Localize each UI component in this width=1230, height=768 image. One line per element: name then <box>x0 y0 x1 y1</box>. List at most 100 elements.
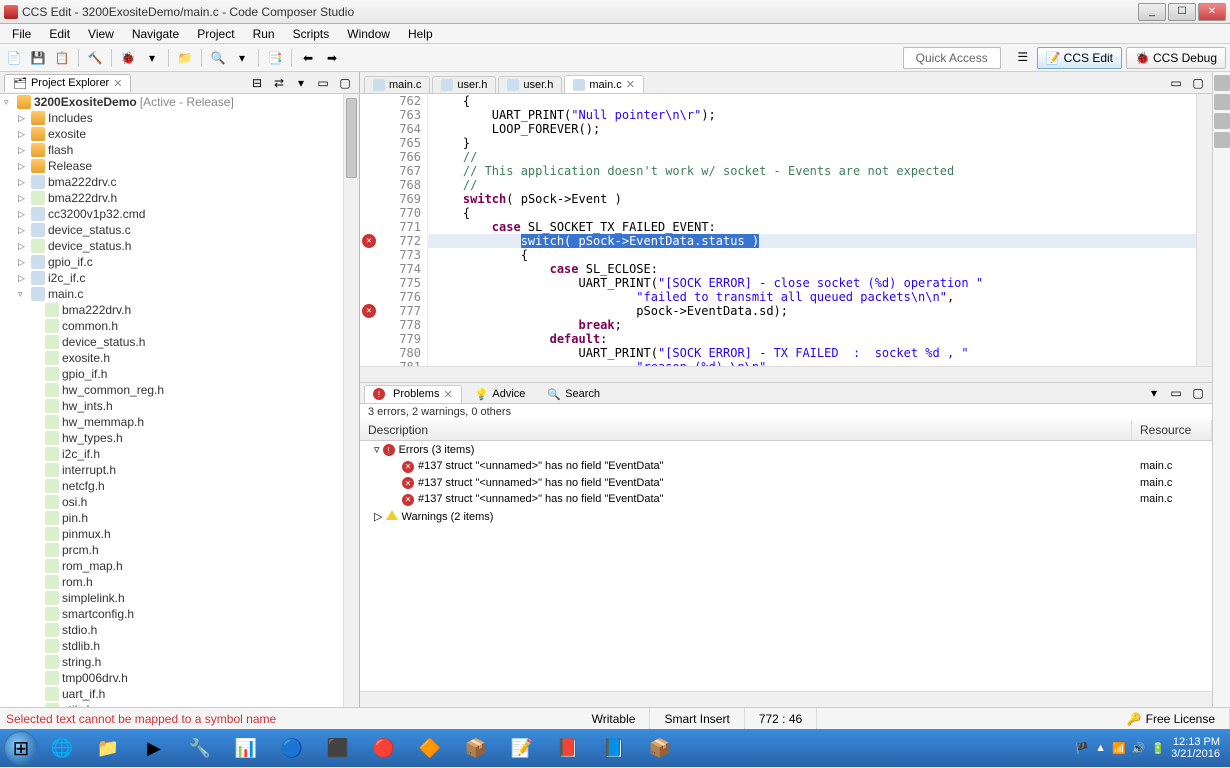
menu-navigate[interactable]: Navigate <box>124 25 187 43</box>
battery-icon[interactable]: 🔋 <box>1151 742 1165 755</box>
sidebar-icon[interactable] <box>1214 94 1230 110</box>
chrome-icon[interactable]: 🔵 <box>270 732 314 764</box>
tree-item[interactable]: i2c_if.h <box>0 446 359 462</box>
tree-item[interactable]: stdio.h <box>0 622 359 638</box>
view-menu-icon[interactable]: ▾ <box>291 73 311 93</box>
back-button[interactable]: ⬅ <box>298 48 318 68</box>
problems-h-scrollbar[interactable] <box>360 691 1212 707</box>
search-button[interactable]: 🔍 <box>208 48 228 68</box>
tree-item[interactable]: ▷exosite <box>0 126 359 142</box>
tree-item[interactable]: ▷cc3200v1p32.cmd <box>0 206 359 222</box>
minimize-editor-icon[interactable]: ▭ <box>1166 73 1186 93</box>
warnings-group[interactable]: ▷ Warnings (2 items) <box>360 508 1212 525</box>
dropdown-icon[interactable]: ▾ <box>142 48 162 68</box>
code-editor[interactable]: ✕✕✕ 762763764765766767768769770771772773… <box>360 94 1212 366</box>
maximize-view-icon[interactable]: ▢ <box>335 73 355 93</box>
problem-row[interactable]: ✕#137 struct "<unnamed>" has no field "E… <box>360 475 1212 492</box>
tree-item[interactable]: hw_memmap.h <box>0 414 359 430</box>
tree-item[interactable]: ▷bma222drv.h <box>0 190 359 206</box>
tree-item[interactable]: netcfg.h <box>0 478 359 494</box>
tree-item[interactable]: ▷Includes <box>0 110 359 126</box>
editor-scrollbar[interactable] <box>1196 94 1212 366</box>
tree-item[interactable]: ▷device_status.c <box>0 222 359 238</box>
tray-icon[interactable]: ▲ <box>1095 742 1106 754</box>
tree-item[interactable]: ▷Release <box>0 158 359 174</box>
perspective-switcher-icon[interactable]: ☰ <box>1013 47 1033 67</box>
sidebar-icon[interactable] <box>1214 113 1230 129</box>
save-all-button[interactable]: 📋 <box>52 48 72 68</box>
tree-item[interactable]: hw_common_reg.h <box>0 382 359 398</box>
pdf-icon[interactable]: 📕 <box>546 732 590 764</box>
app-icon[interactable]: ⬛ <box>316 732 360 764</box>
view-menu-icon[interactable]: ▾ <box>1144 383 1164 403</box>
editor-tab[interactable]: user.h <box>432 76 496 93</box>
tree-item[interactable]: rom.h <box>0 574 359 590</box>
problems-tab[interactable]: !Problems✕ <box>364 385 462 403</box>
save-button[interactable]: 💾 <box>28 48 48 68</box>
col-description[interactable]: Description <box>360 420 1132 440</box>
tree-item[interactable]: utils.h <box>0 702 359 707</box>
debug-button[interactable]: 🐞 <box>118 48 138 68</box>
menu-window[interactable]: Window <box>339 25 398 43</box>
collapse-all-icon[interactable]: ⊟ <box>247 73 267 93</box>
tree-item[interactable]: gpio_if.h <box>0 366 359 382</box>
tree-item[interactable]: ▷gpio_if.c <box>0 254 359 270</box>
tree-item[interactable]: hw_types.h <box>0 430 359 446</box>
menu-view[interactable]: View <box>80 25 122 43</box>
menu-help[interactable]: Help <box>400 25 441 43</box>
tree-item[interactable]: ▷device_status.h <box>0 238 359 254</box>
tree-item[interactable]: string.h <box>0 654 359 670</box>
build-button[interactable]: 🔨 <box>85 48 105 68</box>
errors-group[interactable]: ▿ !Errors (3 items) <box>360 441 1212 459</box>
tree-item[interactable]: interrupt.h <box>0 462 359 478</box>
forward-button[interactable]: ➡ <box>322 48 342 68</box>
app-icon[interactable]: 📦 <box>638 732 682 764</box>
tree-item[interactable]: ▷i2c_if.c <box>0 270 359 286</box>
maximize-button[interactable]: ☐ <box>1168 3 1196 21</box>
system-tray[interactable]: 🏴 ▲ 📶 🔊 🔋 12:13 PM 3/21/2016 <box>1075 736 1226 760</box>
app-icon[interactable]: 🔶 <box>408 732 452 764</box>
ccs-debug-perspective[interactable]: 🐞 CCS Debug <box>1126 47 1226 69</box>
menu-scripts[interactable]: Scripts <box>285 25 338 43</box>
project-button[interactable]: 📁 <box>175 48 195 68</box>
problem-row[interactable]: ✕#137 struct "<unnamed>" has no field "E… <box>360 458 1212 475</box>
close-icon[interactable]: ✕ <box>626 78 635 91</box>
tree-item[interactable]: simplelink.h <box>0 590 359 606</box>
tray-icon[interactable]: 🏴 <box>1075 742 1089 755</box>
tree-item[interactable]: exosite.h <box>0 350 359 366</box>
minimize-view-icon[interactable]: ▭ <box>1166 383 1186 403</box>
tree-item[interactable]: osi.h <box>0 494 359 510</box>
error-marker-icon[interactable]: ✕ <box>362 304 376 318</box>
editor-tab[interactable]: main.c✕ <box>564 75 644 93</box>
start-button[interactable]: ⊞ <box>4 731 38 765</box>
problem-row[interactable]: ✕#137 struct "<unnamed>" has no field "E… <box>360 491 1212 508</box>
tray-icon[interactable]: 📶 <box>1112 742 1126 755</box>
maximize-view-icon[interactable]: ▢ <box>1188 383 1208 403</box>
menu-project[interactable]: Project <box>189 25 242 43</box>
tree-item[interactable]: bma222drv.h <box>0 302 359 318</box>
word-icon[interactable]: 📘 <box>592 732 636 764</box>
editor-h-scrollbar[interactable] <box>360 366 1212 382</box>
tree-item[interactable]: rom_map.h <box>0 558 359 574</box>
tree-item[interactable]: uart_if.h <box>0 686 359 702</box>
tree-item[interactable]: ▷flash <box>0 142 359 158</box>
tree-item[interactable]: common.h <box>0 318 359 334</box>
ccs-icon[interactable]: 🔧 <box>178 732 222 764</box>
tool-button[interactable]: 📑 <box>265 48 285 68</box>
new-button[interactable]: 📄 <box>4 48 24 68</box>
minimize-view-icon[interactable]: ▭ <box>313 73 333 93</box>
tree-item[interactable]: tmp006drv.h <box>0 670 359 686</box>
project-explorer-tab[interactable]: 🗂 Project Explorer ✕ <box>4 74 131 92</box>
tree-item[interactable]: pinmux.h <box>0 526 359 542</box>
close-view-icon[interactable]: ✕ <box>113 77 122 90</box>
tree-item[interactable]: device_status.h <box>0 334 359 350</box>
menu-run[interactable]: Run <box>245 25 283 43</box>
scrollbar[interactable] <box>343 94 359 707</box>
tree-item[interactable]: stdlib.h <box>0 638 359 654</box>
tree-item[interactable]: ▿main.c <box>0 286 359 302</box>
tree-item[interactable]: prcm.h <box>0 542 359 558</box>
media-player-icon[interactable]: ▶ <box>132 732 176 764</box>
explorer-icon[interactable]: 📁 <box>86 732 130 764</box>
search-tab[interactable]: 🔍Search <box>538 385 609 403</box>
ie-icon[interactable]: 🌐 <box>40 732 84 764</box>
